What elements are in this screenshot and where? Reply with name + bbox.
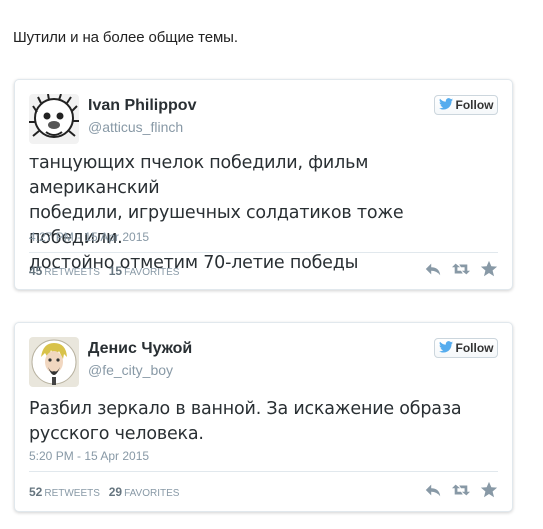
twitter-bird-icon (438, 97, 453, 113)
tweet-timestamp[interactable]: 5:20 PM - 15 Apr 2015 (29, 449, 149, 463)
follow-label: Follow (455, 98, 494, 112)
favorites-label: FAVORITES (124, 488, 180, 499)
reply-icon[interactable] (424, 260, 442, 278)
favorite-count[interactable]: 15 (109, 264, 122, 278)
retweet-count[interactable]: 52 (29, 485, 42, 499)
favorites-label: FAVORITES (124, 267, 180, 278)
reply-icon[interactable] (424, 481, 442, 499)
tweet-stats: 52 RETWEETS 29 FAVORITES (29, 485, 185, 499)
follow-label: Follow (455, 341, 494, 355)
author-name[interactable]: Ivan Philippov (88, 97, 196, 115)
tweet-actions (424, 481, 498, 499)
tweet-text-line: Разбил зеркало в ванной. За искажение об… (29, 399, 462, 419)
follow-button[interactable]: Follow (434, 95, 498, 115)
retweet-icon[interactable] (452, 260, 470, 278)
favorite-star-icon[interactable] (480, 260, 498, 278)
retweet-icon[interactable] (452, 481, 470, 499)
twitter-bird-icon (438, 340, 453, 356)
tweet-card: Ivan Philippov @atticus_flinch Follow та… (14, 79, 513, 290)
tweet-text: Разбил зеркало в ванной. За искажение об… (29, 397, 499, 447)
tweet-text-line: танцующих пчелок победили, фильм америка… (29, 153, 369, 198)
retweets-label: RETWEETS (44, 488, 100, 499)
author-handle[interactable]: @atticus_flinch (88, 119, 183, 135)
author-name[interactable]: Денис Чужой (88, 340, 192, 358)
tweet-timestamp[interactable]: 4:27 PM - 15 Apr 2015 (29, 230, 149, 244)
retweets-label: RETWEETS (44, 267, 100, 278)
tweet-text-line: русского человека. (29, 424, 204, 444)
retweet-count[interactable]: 45 (29, 264, 42, 278)
avatar[interactable] (29, 94, 79, 144)
follow-button[interactable]: Follow (434, 338, 498, 358)
intro-text: Шутили и на более общие темы. (13, 29, 238, 46)
favorite-star-icon[interactable] (480, 481, 498, 499)
author-handle[interactable]: @fe_city_boy (88, 362, 173, 378)
favorite-count[interactable]: 29 (109, 485, 122, 499)
divider (29, 471, 498, 472)
avatar[interactable] (29, 337, 79, 387)
tweet-actions (424, 260, 498, 278)
tweet-text: танцующих пчелок победили, фильм америка… (29, 151, 499, 276)
tweet-stats: 45 RETWEETS 15 FAVORITES (29, 264, 185, 278)
tweet-card: Денис Чужой @fe_city_boy Follow Разбил з… (14, 322, 513, 512)
divider (29, 252, 498, 253)
